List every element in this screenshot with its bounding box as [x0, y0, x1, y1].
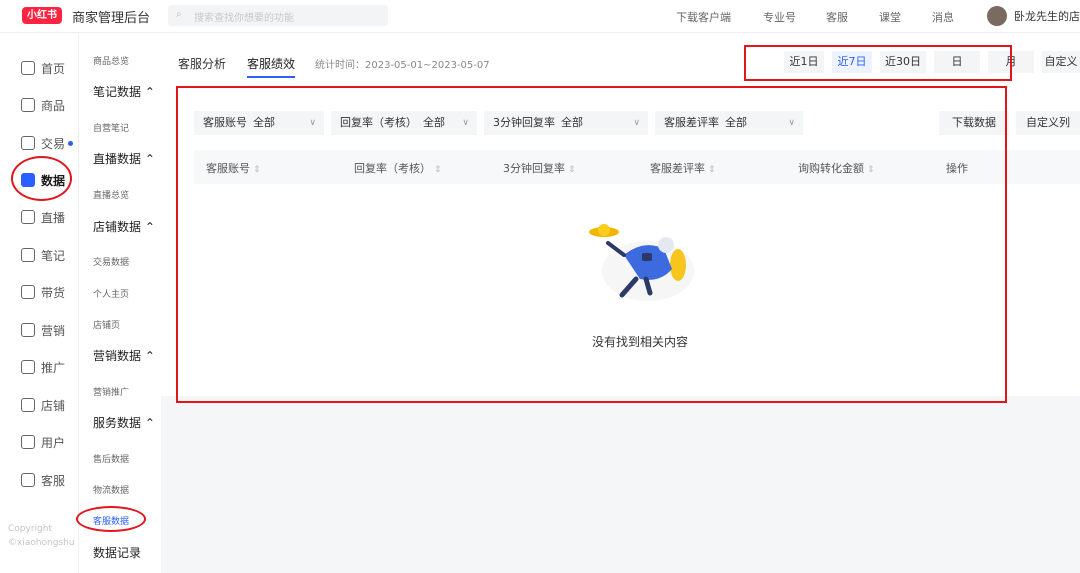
- bag-icon: [21, 285, 35, 299]
- annotation-box-content: [176, 86, 1007, 403]
- sidebar-item-sell[interactable]: 带货: [21, 282, 65, 302]
- copyright: Copyright ©xiaohongshu: [8, 524, 75, 548]
- nav-pro-account[interactable]: 专业号: [763, 9, 796, 25]
- subnav-item[interactable]: 营销推广: [93, 385, 129, 398]
- annotation-box-date-range: [744, 45, 1012, 81]
- sidebar-item-notes[interactable]: 笔记: [21, 245, 65, 265]
- shop-icon: [21, 398, 35, 412]
- subnav-item[interactable]: 直播总览: [93, 188, 129, 201]
- sidebar-item-users[interactable]: 用户: [21, 432, 65, 452]
- sub-navigation: 商品总览 笔记数据 ⌃ 自营笔记 直播数据 ⌃ 直播总览 店铺数据 ⌃ 交易数据…: [78, 33, 161, 573]
- search-box[interactable]: ⌕ 搜索查找你想要的功能: [168, 5, 388, 26]
- users-icon: [21, 435, 35, 449]
- sidebar-item-trade[interactable]: 交易: [21, 133, 74, 153]
- annotation-circle-service-data: [76, 506, 146, 532]
- subnav-item[interactable]: 个人主页: [93, 287, 129, 300]
- sidebar-item-marketing[interactable]: 营销: [21, 320, 65, 340]
- trade-icon: [21, 136, 35, 150]
- sidebar-item-service[interactable]: 客服: [21, 470, 65, 490]
- subnav-group-title[interactable]: 营销数据 ⌃: [93, 347, 155, 364]
- goods-icon: [21, 98, 35, 112]
- top-bar: 小红书 商家管理后台 ⌕ 搜索查找你想要的功能 下载客户端 专业号 客服 课堂 …: [0, 0, 1080, 33]
- annotation-circle-data: [11, 156, 72, 201]
- subnav-item[interactable]: 商品总览: [93, 54, 129, 67]
- tab-service-performance[interactable]: 客服绩效: [247, 55, 296, 78]
- notification-dot: [68, 140, 74, 146]
- subnav-group-title[interactable]: 服务数据 ⌃: [93, 414, 155, 431]
- sidebar-item-goods[interactable]: 商品: [21, 95, 65, 115]
- sidebar-item-home[interactable]: 首页: [21, 58, 65, 78]
- stat-time: 统计时间：2023-05-01~2023-05-07: [315, 60, 490, 71]
- note-icon: [21, 248, 35, 262]
- subnav-item[interactable]: 交易数据: [93, 255, 129, 268]
- sidebar-item-promote[interactable]: 推广: [21, 357, 65, 377]
- promote-icon: [21, 360, 35, 374]
- user-name[interactable]: 卧龙先生的店: [1014, 8, 1080, 24]
- service-icon: [21, 473, 35, 487]
- marketing-icon: [21, 323, 35, 337]
- search-input[interactable]: 搜索查找你想要的功能: [194, 9, 294, 24]
- sidebar-item-shop[interactable]: 店铺: [21, 395, 65, 415]
- brand-logo[interactable]: 小红书: [22, 7, 62, 24]
- subnav-item[interactable]: 售后数据: [93, 452, 129, 465]
- app-title: 商家管理后台: [72, 11, 151, 26]
- avatar[interactable]: [987, 6, 1007, 26]
- sidebar: 首页 商品 交易 数据 直播 笔记 带货 营销 推广 店铺 用户 客服 Copy…: [0, 33, 78, 573]
- nav-download-client[interactable]: 下载客户端: [676, 9, 731, 25]
- custom-columns-button[interactable]: 自定义列: [1016, 111, 1080, 135]
- subnav-item[interactable]: 店铺页: [93, 318, 120, 331]
- nav-customer-service[interactable]: 客服: [826, 9, 848, 25]
- nav-classroom[interactable]: 课堂: [879, 9, 901, 25]
- subnav-item[interactable]: 物流数据: [93, 483, 129, 496]
- tab-service-analysis[interactable]: 客服分析: [178, 55, 226, 72]
- home-icon: [21, 61, 35, 75]
- nav-messages[interactable]: 消息: [932, 9, 954, 25]
- subnav-group-title[interactable]: 店铺数据 ⌃: [93, 218, 155, 235]
- live-icon: [21, 210, 35, 224]
- date-btn-custom[interactable]: 自定义: [1042, 51, 1080, 73]
- subnav-item[interactable]: 自营笔记: [93, 121, 129, 134]
- subnav-records[interactable]: 数据记录: [93, 544, 141, 561]
- subnav-group-title[interactable]: 笔记数据 ⌃: [93, 83, 155, 100]
- sidebar-item-live[interactable]: 直播: [21, 207, 65, 227]
- search-icon: ⌕: [176, 9, 182, 20]
- subnav-group-title[interactable]: 直播数据 ⌃: [93, 150, 155, 167]
